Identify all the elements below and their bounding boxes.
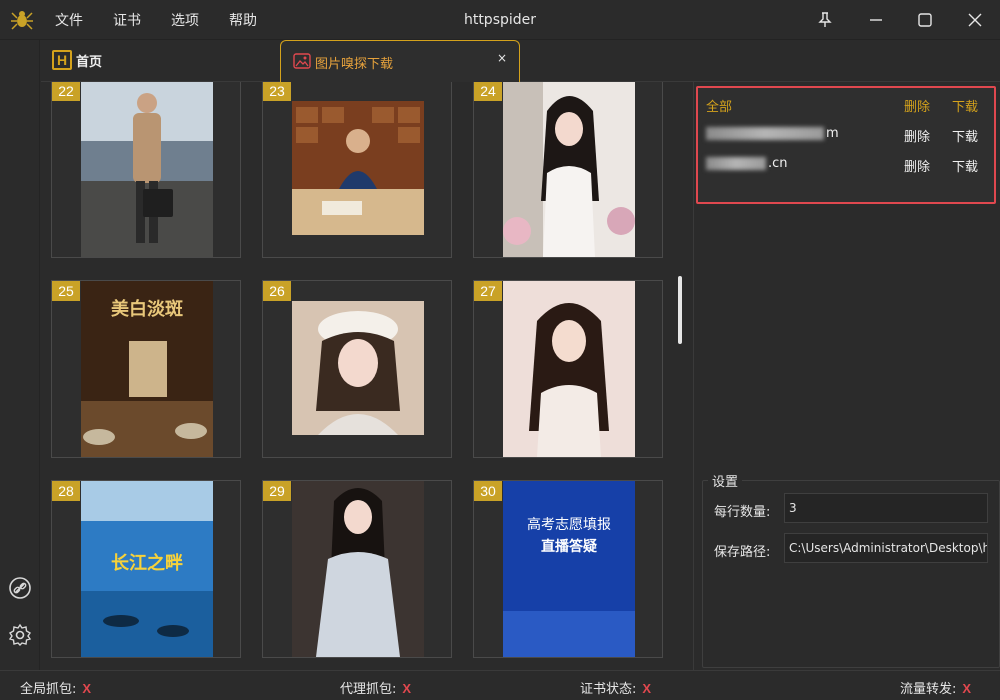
delete-all-button[interactable]: 删除 (904, 96, 930, 115)
traffic-forward-status: 流量转发: X (900, 678, 971, 697)
home-logo-icon: H (52, 50, 72, 70)
left-rail (0, 40, 40, 670)
download-button[interactable]: 下载 (952, 126, 978, 145)
site-name: .cn (706, 156, 788, 171)
menu-options[interactable]: 选项 (171, 10, 199, 30)
image-card[interactable]: 27 (473, 280, 663, 458)
image-number: 24 (474, 82, 502, 101)
save-path-label: 保存路径: (714, 545, 771, 560)
proxy-capture-status: 代理抓包: X (340, 678, 411, 697)
per-row-input[interactable]: 3 (784, 493, 988, 523)
cert-status-label: 证书状态: (580, 682, 637, 697)
site-row: m 删除 下载 (706, 126, 986, 146)
all-sites-label[interactable]: 全部 (706, 96, 732, 115)
blurred-text (706, 127, 824, 140)
image-card[interactable]: 28 长江之畔 (51, 480, 241, 658)
site-name-suffix: .cn (768, 156, 788, 171)
download-button[interactable]: 下载 (952, 156, 978, 175)
image-number: 28 (52, 481, 80, 501)
status-bar: 全局抓包: X 代理抓包: X 证书状态: X 流量转发: X (0, 670, 1000, 700)
blurred-text (706, 157, 766, 170)
traffic-forward-off[interactable]: X (962, 681, 971, 696)
proxy-capture-off[interactable]: X (402, 681, 411, 696)
delete-button[interactable]: 删除 (904, 156, 930, 175)
per-row-label: 每行数量: (714, 505, 771, 520)
image-thumbnail: 高考志愿填报 直播答疑 (503, 481, 635, 657)
tab-home-label: 首页 (76, 54, 103, 70)
gear-icon[interactable] (8, 623, 32, 647)
grid-scrollbar[interactable] (678, 276, 682, 344)
poster-line-1: 高考志愿填报 (527, 516, 611, 533)
image-icon (293, 53, 311, 69)
global-capture-off[interactable]: X (82, 681, 91, 696)
link-icon[interactable] (8, 576, 32, 600)
tab-close-icon[interactable]: × (497, 51, 507, 65)
image-grid: 22 23 24 25 美白淡斑 26 27 28 长江之畔 29 30 高考志… (41, 82, 677, 670)
download-all-button[interactable]: 下载 (952, 96, 978, 115)
settings-title: 设置 (708, 471, 743, 490)
image-thumbnail (292, 101, 424, 235)
site-name: m (706, 126, 839, 141)
site-list: 全部 删除 下载 m 删除 下载 .cn 删除 下载 (696, 86, 996, 204)
cert-status-off[interactable]: X (642, 681, 651, 696)
image-thumbnail (81, 82, 213, 257)
image-number: 26 (263, 281, 291, 301)
tab-home[interactable]: H 首页 (52, 49, 102, 71)
maximize-icon (918, 13, 932, 27)
site-list-header: 全部 删除 下载 (706, 96, 986, 116)
site-name-suffix: m (826, 126, 839, 141)
maximize-button[interactable] (913, 8, 937, 32)
image-thumbnail (503, 281, 635, 457)
delete-button[interactable]: 删除 (904, 126, 930, 145)
right-panel: 全部 删除 下载 m 删除 下载 .cn 删除 下载 设置 每行数量: 3 保存… (693, 82, 1000, 670)
global-capture-label: 全局抓包: (20, 682, 77, 697)
tab-image-sniff-download[interactable]: 图片嗅探下载 × (280, 40, 520, 83)
minimize-icon (870, 19, 882, 21)
spider-icon (11, 11, 33, 30)
image-thumbnail (292, 481, 424, 657)
poster-line-2: 直播答疑 (541, 538, 597, 555)
image-thumbnail (292, 301, 424, 435)
tab-bar: H 首页 图片嗅探下载 × (41, 40, 1000, 83)
image-card[interactable]: 22 (51, 82, 241, 258)
global-capture-status: 全局抓包: X (20, 678, 91, 697)
image-number: 23 (263, 82, 291, 101)
image-thumbnail (503, 82, 635, 257)
menu-certificate[interactable]: 证书 (113, 10, 141, 30)
poster-title: 长江之畔 (111, 552, 183, 574)
cert-status: 证书状态: X (580, 678, 651, 697)
tab-active-label: 图片嗅探下载 (315, 57, 394, 72)
image-card[interactable]: 23 (262, 82, 452, 258)
title-bar: 文件 证书 选项 帮助 httpspider (0, 0, 1000, 40)
image-card[interactable]: 25 美白淡斑 (51, 280, 241, 458)
site-row: .cn 删除 下载 (706, 156, 986, 176)
proxy-capture-label: 代理抓包: (340, 682, 397, 697)
image-number: 22 (52, 82, 80, 101)
menu-help[interactable]: 帮助 (229, 10, 257, 30)
image-number: 25 (52, 281, 80, 301)
poster-title: 美白淡斑 (111, 298, 183, 320)
image-number: 27 (474, 281, 502, 301)
image-card[interactable]: 30 高考志愿填报 直播答疑 (473, 480, 663, 658)
image-card[interactable]: 24 (473, 82, 663, 258)
pin-button[interactable] (813, 8, 837, 32)
image-card[interactable]: 29 (262, 480, 452, 658)
menu-file[interactable]: 文件 (55, 10, 83, 30)
save-path-input[interactable]: C:\Users\Administrator\Desktop\h (784, 533, 988, 563)
image-number: 30 (474, 481, 502, 501)
close-window-button[interactable] (963, 8, 987, 32)
minimize-button[interactable] (864, 8, 888, 32)
close-icon (968, 13, 982, 27)
image-card[interactable]: 26 (262, 280, 452, 458)
menu-bar: 文件 证书 选项 帮助 (55, 0, 287, 40)
traffic-forward-label: 流量转发: (900, 682, 957, 697)
pin-icon (818, 12, 832, 27)
image-number: 29 (263, 481, 291, 501)
image-thumbnail: 长江之畔 (81, 481, 213, 657)
image-thumbnail: 美白淡斑 (81, 281, 213, 457)
